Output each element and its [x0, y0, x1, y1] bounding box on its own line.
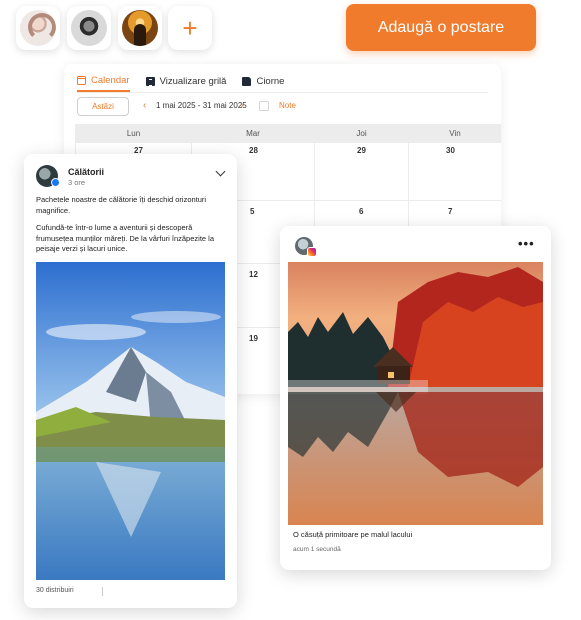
notes-label: Note	[279, 101, 296, 110]
tab-calendar[interactable]: Calendar	[77, 70, 130, 92]
next-period-button[interactable]: ›	[240, 100, 243, 111]
calendar-day-cell[interactable]: 29	[315, 143, 408, 200]
account-avatar-2[interactable]	[67, 6, 111, 50]
date-number: 29	[357, 146, 366, 155]
post-time: acum 1 secundă	[293, 546, 341, 553]
avatar	[71, 10, 107, 46]
date-range-label: 1 mai 2025 - 31 mai 2025	[156, 101, 247, 110]
date-number: 6	[359, 207, 364, 216]
instagram-icon	[307, 247, 317, 257]
day-header-fri: Vin	[449, 128, 461, 138]
prev-period-button[interactable]: ‹	[143, 100, 146, 111]
post-caption: O căsuță primitoare pe malul lacului	[293, 530, 413, 539]
post-text: Cufundă-te într-o lume a aventurii și de…	[36, 223, 214, 253]
account-avatar-3[interactable]	[118, 6, 162, 50]
post-time: 3 ore	[68, 178, 86, 187]
date-number: 19	[249, 334, 258, 343]
facebook-post-preview[interactable]: Călătorii 3 ore Pachetele noastre de căl…	[24, 154, 237, 608]
add-account-button[interactable]: +	[168, 6, 212, 50]
date-number: 5	[250, 207, 255, 216]
drafts-icon	[242, 76, 252, 86]
post-author: Călătorii	[68, 167, 105, 177]
tab-label: Vizualizare grilă	[159, 75, 227, 87]
avatar	[20, 10, 56, 46]
today-button[interactable]: Astăzi	[77, 97, 129, 116]
lake-cabin-photo	[288, 262, 543, 525]
date-number: 7	[448, 207, 453, 216]
plus-icon: +	[182, 13, 198, 43]
mountain-lake-photo	[36, 262, 225, 580]
notes-toggle[interactable]	[259, 101, 269, 111]
date-number: 12	[249, 270, 258, 279]
divider	[102, 587, 103, 596]
account-avatar-1[interactable]	[16, 6, 60, 50]
facebook-icon	[51, 178, 60, 187]
grid-view-icon	[145, 76, 155, 86]
tab-label: Ciorne	[256, 75, 285, 87]
chevron-down-icon[interactable]	[215, 166, 226, 177]
day-header-thu: Joi	[356, 128, 367, 138]
divider	[77, 92, 488, 93]
share-count: 30 distribuiri	[36, 587, 74, 594]
date-number: 30	[446, 146, 455, 155]
tab-label: Calendar	[91, 74, 130, 86]
day-header-mon: Lun	[126, 128, 141, 138]
post-text: Pachetele noastre de călătorie îți desch…	[36, 195, 207, 215]
date-number: 28	[249, 146, 258, 155]
tab-drafts[interactable]: Ciorne	[242, 70, 284, 92]
avatar	[122, 10, 158, 46]
instagram-post-preview[interactable]: ••• O căsuță primitoare pe malul lacului…	[280, 226, 551, 570]
more-options-icon[interactable]: •••	[518, 236, 535, 251]
add-post-button[interactable]: Adaugă o postare	[346, 4, 536, 51]
tab-grid-view[interactable]: Vizualizare grilă	[145, 70, 227, 92]
calendar-day-cell[interactable]: 30	[409, 143, 501, 200]
view-tabs: Calendar Vizualizare grilă Ciorne	[77, 70, 284, 92]
calendar-icon	[77, 75, 86, 85]
day-header-tue: Mar	[246, 128, 260, 138]
